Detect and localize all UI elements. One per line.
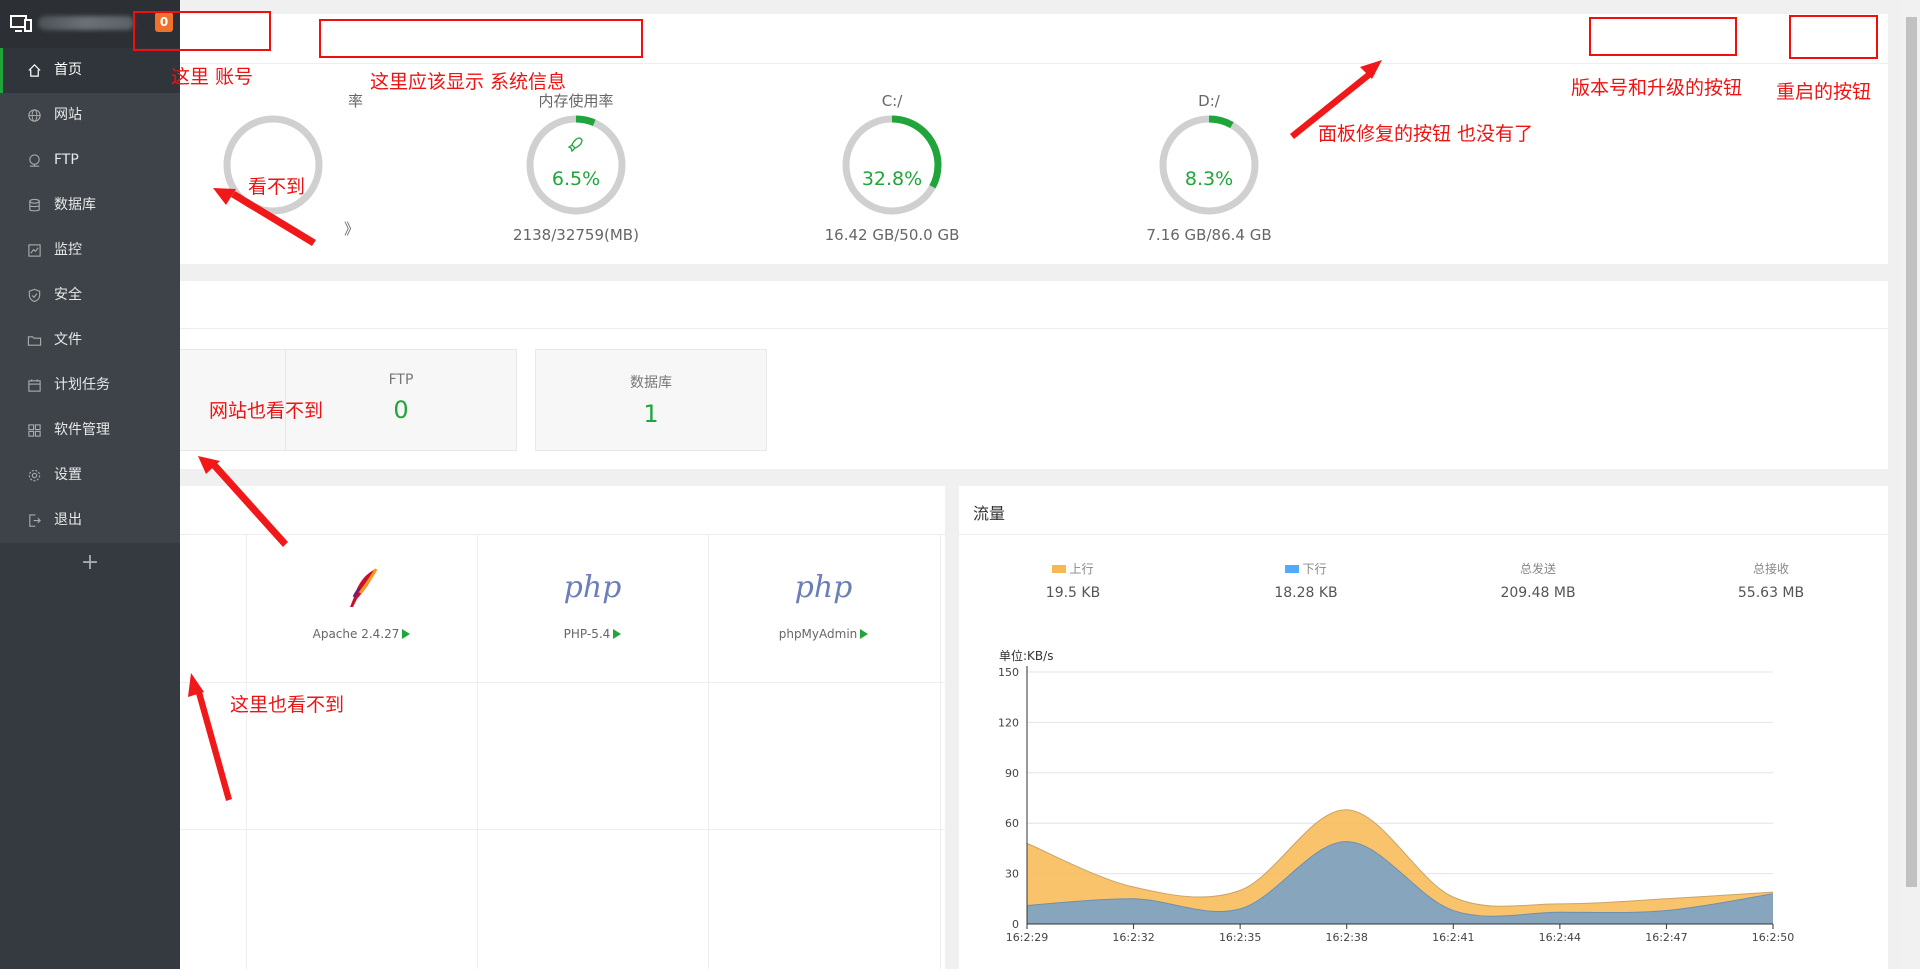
- annotation-arrows: [188, 60, 1382, 801]
- annotation-arrow: [231, 191, 316, 246]
- annotation-arrow: [1290, 69, 1375, 139]
- annotation-arrow: [195, 688, 232, 801]
- annotation-arrow: [212, 463, 288, 547]
